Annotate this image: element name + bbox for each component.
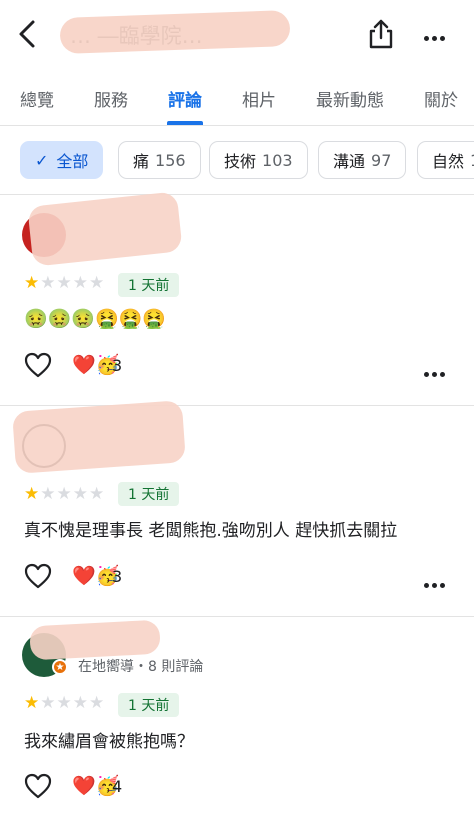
chip-communication[interactable]: 溝通 97 [318, 141, 407, 179]
more-options-icon[interactable] [424, 362, 448, 377]
back-arrow-icon[interactable] [14, 18, 42, 50]
top-app-bar: … ―臨學院… [0, 0, 474, 68]
active-tab-indicator [167, 121, 203, 125]
review-card: ★★★★★ 1 天前 🤢🤢🤢🤮🤮🤮 ❤️🥳 3 [0, 191, 474, 405]
heart-icon[interactable] [24, 563, 52, 589]
local-guide-star-icon: ★ [52, 659, 68, 675]
chip-technique[interactable]: 技術 103 [209, 141, 308, 179]
review-date-badge: 1 天前 [118, 482, 180, 506]
chip-natural[interactable]: 自然 1 [417, 141, 474, 179]
review-card: ★ 在地嚮導・8 則評論 ★★★★★ 1 天前 我來繡眉會被熊抱嗎？ ❤️🥳 4 [0, 617, 474, 818]
tab-overview[interactable]: 總覽 [20, 86, 54, 111]
star-rating: ★★★★★ [24, 693, 106, 713]
reaction-count: 4 [112, 777, 123, 796]
review-date-badge: 1 天前 [118, 273, 180, 297]
tab-bar: 總覽 服務 評論 相片 最新動態 關於 [0, 70, 474, 126]
chip-all[interactable]: ✓ 全部 [20, 141, 104, 179]
more-options-icon[interactable] [424, 26, 456, 42]
tab-updates[interactable]: 最新動態 [316, 86, 384, 111]
check-icon: ✓ [35, 150, 49, 170]
share-icon[interactable] [366, 18, 396, 50]
chip-pain[interactable]: 痛 156 [118, 141, 201, 179]
heart-icon[interactable] [24, 352, 52, 378]
review-text: 真不愧是理事長 老闆熊抱.強吻別人 趕快抓去關拉 [24, 521, 398, 541]
review-filter-chips: ✓ 全部 痛 156 技術 103 溝通 97 自然 1 [0, 138, 474, 184]
reaction-count: 3 [112, 567, 123, 586]
heart-icon[interactable] [24, 773, 52, 799]
author-meta: 在地嚮導・8 則評論 [78, 659, 204, 675]
more-options-icon[interactable] [424, 573, 448, 588]
chip-label: 溝通 [333, 152, 366, 171]
tab-about[interactable]: 關於 [424, 86, 458, 111]
review-card: ★★★★★ 1 天前 真不愧是理事長 老闆熊抱.強吻別人 趕快抓去關拉 ❤️🥳 … [0, 400, 474, 616]
reaction-count: 3 [112, 356, 123, 375]
chip-count: 1 [470, 151, 474, 170]
tab-reviews[interactable]: 評論 [168, 86, 202, 111]
chip-label: 全部 [56, 152, 89, 171]
chip-count: 97 [371, 150, 392, 170]
review-text: 我來繡眉會被熊抱嗎？ [24, 732, 194, 752]
tab-services[interactable]: 服務 [94, 86, 128, 111]
tab-photos[interactable]: 相片 [242, 86, 276, 111]
chip-count: 103 [262, 150, 293, 170]
chip-label: 痛 [133, 152, 150, 171]
redaction-mark [27, 191, 183, 267]
star-rating: ★★★★★ [24, 273, 106, 293]
chip-label: 自然 [432, 152, 465, 171]
star-rating: ★★★★★ [24, 484, 106, 504]
chip-count: 156 [155, 150, 186, 170]
redaction-mark [12, 400, 186, 474]
chip-label: 技術 [224, 152, 257, 171]
review-date-badge: 1 天前 [118, 693, 180, 717]
review-text: 🤢🤢🤢🤮🤮🤮 [24, 308, 166, 330]
redaction-mark [29, 619, 161, 661]
